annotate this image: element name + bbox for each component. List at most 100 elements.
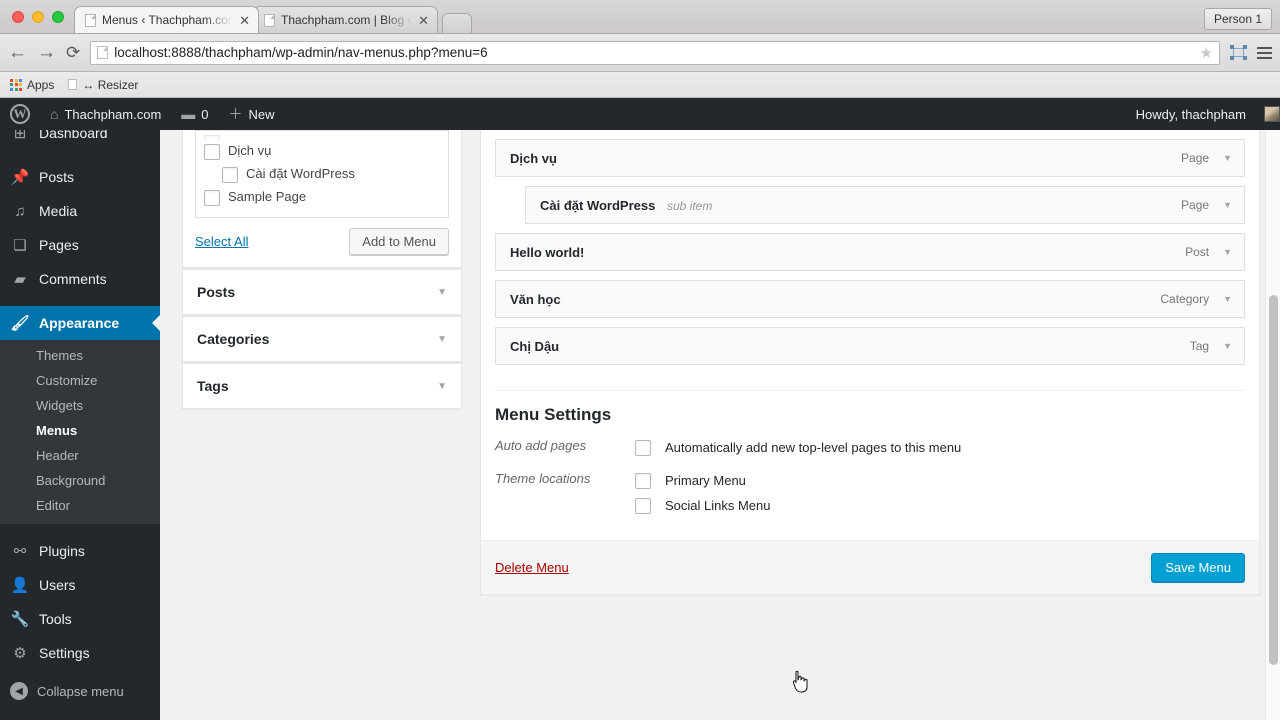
new-tab-button[interactable] — [442, 13, 472, 33]
chevron-down-icon[interactable]: ▼ — [1223, 153, 1232, 163]
menu-item-row[interactable]: Văn học Category ▼ — [495, 280, 1245, 318]
chevron-down-icon[interactable]: ▼ — [1223, 341, 1232, 351]
chevron-down-icon[interactable]: ▼ — [1223, 294, 1232, 304]
sidebar-item-themes[interactable]: Themes — [0, 343, 160, 368]
new-content-menu[interactable]: ＋ New — [219, 98, 285, 130]
page-checkbox-cutoff[interactable] — [204, 135, 220, 140]
brush-icon: 🖌 — [10, 314, 30, 332]
sidebar-item-dashboard-label: Dashboard — [39, 130, 108, 141]
auto-add-pages-option[interactable]: Automatically add new top-level pages to… — [635, 437, 1245, 462]
comments-menu[interactable]: ▬ 0 — [171, 98, 218, 130]
plus-icon: ＋ — [228, 106, 243, 122]
menu-item-row[interactable]: Cài đặt WordPress sub item Page ▼ — [525, 186, 1245, 224]
sidebar-item-plugins[interactable]: ⚯ Plugins — [0, 534, 160, 568]
theme-location-primary-menu[interactable]: Primary Menu — [635, 470, 1245, 495]
menu-item-type: Page — [1181, 198, 1210, 212]
chevron-down-icon[interactable]: ▼ — [437, 381, 447, 392]
comment-count: 0 — [201, 106, 209, 122]
sidebar-item-settings[interactable]: ⚙ Settings — [0, 636, 160, 670]
address-bar[interactable]: localhost:8888/thachpham/wp-admin/nav-me… — [90, 40, 1220, 65]
menu-item-title: Dịch vụ — [510, 150, 557, 166]
page-item-cai-dat-wordpress[interactable]: Cài đặt WordPress — [204, 163, 440, 186]
sidebar-item-comments[interactable]: ▰ Comments — [0, 262, 160, 296]
account-menu[interactable]: Howdy, thachpham — [1126, 98, 1280, 130]
wp-logo-menu[interactable]: W — [0, 98, 40, 130]
menu-item-type: Category — [1160, 292, 1210, 306]
theme-location-social-links-menu[interactable]: Social Links Menu — [635, 495, 1245, 520]
page-item-dich-vu[interactable]: Dịch vụ — [204, 140, 440, 163]
chevron-down-icon[interactable]: ▼ — [437, 287, 447, 298]
delete-menu-link[interactable]: Delete Menu — [495, 560, 569, 575]
accordion-header-tags[interactable]: Tags ▼ — [183, 363, 461, 408]
bookmark-star-icon[interactable]: ★ — [1200, 44, 1213, 62]
sidebar-item-widgets[interactable]: Widgets — [0, 393, 160, 418]
pages-tabs-panel[interactable]: Dịch vụ Cài đặt WordPress Sample Page — [195, 130, 449, 218]
page-icon — [85, 13, 96, 27]
sidebar-item-comments-label: Comments — [39, 271, 107, 287]
menu-item-row[interactable]: Hello world! Post ▼ — [495, 233, 1245, 271]
page-item-sample-page[interactable]: Sample Page — [204, 186, 440, 209]
menu-item-type: Tag — [1189, 339, 1210, 353]
sidebar-item-dashboard[interactable]: ⊞ Dashboard — [0, 130, 160, 150]
sidebar-item-posts[interactable]: 📌 Posts — [0, 160, 160, 194]
sidebar-item-customize[interactable]: Customize — [0, 368, 160, 393]
select-all-link[interactable]: Select All — [195, 234, 248, 249]
back-icon[interactable]: ← — [8, 43, 27, 62]
bookmark-apps[interactable]: Apps — [10, 78, 54, 92]
page-label: Cài đặt WordPress — [246, 166, 355, 181]
browser-tab-2-title: Thachpham.com | Blog cá — [281, 13, 413, 27]
sidebar-item-users[interactable]: 👤 Users — [0, 568, 160, 602]
reload-icon[interactable]: ⟳ — [66, 44, 80, 61]
sidebar-item-appearance[interactable]: 🖌 Appearance — [0, 306, 160, 340]
sidebar-item-header[interactable]: Header — [0, 443, 160, 468]
browser-tabstrip: Menus ‹ Thachpham.com ✕ Thachpham.com | … — [0, 0, 1280, 34]
accordion-header-categories[interactable]: Categories ▼ — [183, 316, 461, 361]
collapse-menu-button[interactable]: ◀ Collapse menu — [0, 674, 160, 708]
theme-locations-label: Theme locations — [495, 471, 591, 486]
sidebar-item-tools[interactable]: 🔧 Tools — [0, 602, 160, 636]
admin-wrapper: ⊞ Dashboard 📌 Posts ♫ Media ❏ Pages ▰ Co… — [0, 130, 1280, 720]
social-links-menu-checkbox[interactable] — [635, 498, 651, 514]
forward-icon[interactable]: → — [37, 43, 56, 62]
close-icon[interactable]: ✕ — [239, 14, 250, 27]
minimize-window-button[interactable] — [32, 11, 44, 23]
resizer-extension-icon[interactable] — [1230, 45, 1247, 60]
comment-icon: ▰ — [14, 270, 26, 288]
close-icon[interactable]: ✕ — [418, 14, 429, 27]
page-checkbox[interactable] — [222, 167, 238, 183]
browser-tab-2[interactable]: Thachpham.com | Blog cá ✕ — [253, 6, 438, 33]
primary-menu-checkbox[interactable] — [635, 473, 651, 489]
profile-button[interactable]: Person 1 — [1203, 8, 1272, 30]
browser-tab-1[interactable]: Menus ‹ Thachpham.com ✕ — [74, 6, 259, 33]
menu-item-row[interactable]: Chị Dậu Tag ▼ — [495, 327, 1245, 365]
auto-add-pages-checkbox[interactable] — [635, 440, 651, 456]
page-label: Dịch vụ — [228, 143, 272, 158]
sidebar-item-editor[interactable]: Editor — [0, 493, 160, 518]
sidebar-item-background[interactable]: Background — [0, 468, 160, 493]
page-checkbox[interactable] — [204, 144, 220, 160]
sidebar-item-menus[interactable]: Menus — [0, 418, 160, 443]
accordion-label-categories: Categories — [197, 331, 270, 347]
bookmark-resizer[interactable]: ↔ Resizer — [68, 78, 138, 92]
accordion-header-posts[interactable]: Posts ▼ — [183, 269, 461, 314]
menu-item-title: Chị Dậu — [510, 338, 560, 354]
sidebar-item-media[interactable]: ♫ Media — [0, 194, 160, 228]
sidebar-item-pages[interactable]: ❏ Pages — [0, 228, 160, 262]
add-to-menu-button[interactable]: Add to Menu — [349, 228, 449, 255]
maximize-window-button[interactable] — [52, 11, 64, 23]
mouse-cursor-pointer — [792, 670, 808, 693]
nav-menus-body: Dịch vụ Cài đặt WordPress Sample Page Se… — [160, 130, 1280, 601]
chevron-down-icon[interactable]: ▼ — [1223, 200, 1232, 210]
menu-item-row[interactable]: Dịch vụ Page ▼ — [495, 139, 1245, 177]
page-checkbox[interactable] — [204, 190, 220, 206]
page-scrollbar[interactable] — [1265, 130, 1280, 720]
chevron-down-icon[interactable]: ▼ — [1223, 247, 1232, 257]
site-name-menu[interactable]: ⌂ Thachpham.com — [40, 98, 171, 130]
save-menu-button[interactable]: Save Menu — [1151, 553, 1245, 582]
browser-menu-icon[interactable] — [1257, 46, 1272, 59]
scrollbar-thumb[interactable] — [1269, 295, 1278, 665]
chevron-down-icon[interactable]: ▼ — [437, 334, 447, 345]
admin-sidebar: ⊞ Dashboard 📌 Posts ♫ Media ❏ Pages ▰ Co… — [0, 130, 160, 720]
close-window-button[interactable] — [12, 11, 24, 23]
sidebar-item-posts-label: Posts — [39, 169, 75, 185]
